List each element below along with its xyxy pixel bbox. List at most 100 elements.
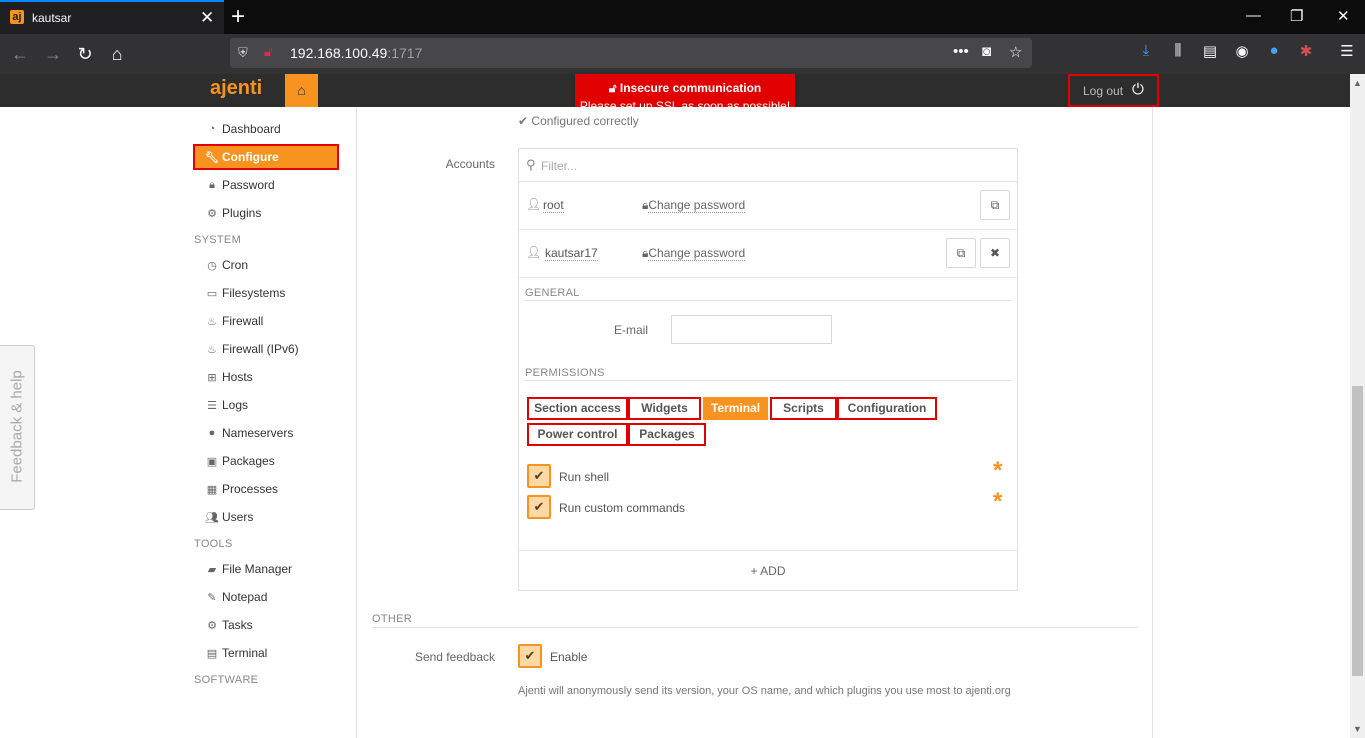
feedback-help-tab[interactable]: Feedback & help [0, 345, 35, 510]
account-row-root[interactable]: 👤︎ root 🔒︎Change password ⧉ [519, 182, 1017, 230]
home-icon[interactable]: ⌂ [105, 42, 129, 66]
back-icon[interactable]: ← [8, 42, 32, 66]
copy-icon: ⧉ [990, 198, 1000, 212]
sidebar-item-tasks[interactable]: ⚙ Tasks [204, 615, 253, 635]
send-feedback-label: Send feedback [414, 650, 495, 664]
enable-label: Enable [550, 650, 588, 664]
tab-section-access[interactable]: Section access [527, 397, 628, 420]
feedback-note: Ajenti will anonymously send its version… [518, 685, 1011, 697]
account-username[interactable]: kautsar17 [545, 246, 598, 261]
power-icon: ⏻ [1132, 81, 1144, 98]
run-shell-label: Run shell [559, 470, 610, 484]
browser-tab[interactable]: aj kautsar ✕ [0, 0, 224, 34]
change-password-link[interactable]: 🔒︎Change password [642, 198, 746, 213]
account-icon[interactable]: ◉ [1231, 42, 1253, 60]
insecure-lock-icon[interactable]: 🔓︎ [264, 44, 280, 60]
sidebar-item-password[interactable]: 🔒︎ Password [204, 175, 275, 195]
app-logo[interactable]: ajenti [210, 77, 262, 100]
library-icon[interactable]: ⫼ [1167, 42, 1189, 59]
tab-power-control[interactable]: Power control [527, 423, 628, 446]
enable-feedback-checkbox[interactable]: ✔ [518, 644, 542, 668]
account-username[interactable]: root [543, 198, 564, 213]
forward-icon[interactable]: → [41, 42, 65, 66]
new-tab-icon[interactable]: + [231, 3, 245, 31]
run-custom-commands-checkbox[interactable]: ✔ [527, 495, 551, 519]
pocket-icon[interactable]: ◙ [982, 43, 991, 60]
sidebar-item-firewall-ipv6[interactable]: ♨ Firewall (IPv6) [204, 339, 299, 359]
close-window-icon[interactable]: ✕ [1337, 7, 1350, 25]
url-text[interactable]: 192.168.100.49:1717 [290, 45, 422, 61]
filter-input[interactable]: ⚲ Filter... [518, 148, 1018, 182]
terminal-icon: ▤ [206, 647, 218, 660]
close-icon: ✖ [989, 246, 1001, 260]
reload-icon[interactable]: ↻ [73, 42, 97, 66]
sidebar-item-nameservers[interactable]: ● Nameservers [204, 423, 294, 443]
bookmark-star-icon[interactable]: ☆ [1009, 43, 1022, 61]
more-actions-icon[interactable]: ••• [953, 43, 969, 60]
sidebar-item-notepad[interactable]: ✎ Notepad [204, 587, 267, 607]
delete-button[interactable]: ✖ [980, 238, 1010, 268]
tab-scripts[interactable]: Scripts [770, 397, 837, 420]
copy-icon: ⧉ [956, 246, 966, 260]
run-shell-checkbox[interactable]: ✔ [527, 464, 551, 488]
download-icon[interactable]: ⤓ [1135, 42, 1157, 59]
folder-open-icon: ▰ [207, 563, 217, 576]
extension-icon[interactable]: ● [1263, 42, 1285, 59]
dashboard-icon: ◔ [208, 123, 216, 135]
sidebar-item-processes[interactable]: ▦ Processes [204, 479, 278, 499]
tab-terminal[interactable]: Terminal [703, 397, 768, 420]
cogs-icon: ⚙ [207, 207, 217, 220]
sidebar-heading-software: SOFTWARE [194, 674, 259, 686]
accounts-label: Accounts [445, 157, 495, 171]
minimize-icon[interactable]: — [1246, 7, 1261, 24]
copy-button[interactable]: ⧉ [946, 238, 976, 268]
sidebar [0, 107, 357, 738]
email-field[interactable] [671, 315, 832, 344]
sidebar-item-logs[interactable]: ☰ Logs [204, 395, 248, 415]
sidebar-item-plugins[interactable]: ⚙ Plugins [204, 203, 261, 223]
sidebar-item-file-manager[interactable]: ▰ File Manager [204, 559, 292, 579]
scroll-up-icon[interactable]: ▲ [1353, 78, 1362, 88]
tab-widgets[interactable]: Widgets [628, 397, 701, 420]
sidebar-toggle-icon[interactable]: ▤ [1199, 42, 1221, 60]
change-password-link[interactable]: 🔒︎Change password [642, 246, 746, 261]
extension-2-icon[interactable]: ✱ [1295, 42, 1317, 60]
configured-status: ✔ Configured correctly [518, 114, 639, 128]
tab-packages[interactable]: Packages [628, 423, 706, 446]
sidebar-item-filesystems[interactable]: ▭ Filesystems [204, 283, 286, 303]
page-scrollbar[interactable]: ▲ ▼ [1350, 74, 1365, 738]
cog-icon: ⚙ [207, 619, 217, 632]
sidebar-item-firewall[interactable]: ♨ Firewall [204, 311, 263, 331]
plus-icon: + [750, 564, 758, 578]
account-row-kautsar17[interactable]: 👤︎ kautsar17 🔒︎Change password ⧉ ✖ [519, 230, 1017, 278]
logout-label: Log out [1083, 84, 1124, 98]
copy-button[interactable]: ⧉ [980, 190, 1010, 220]
scrollbar-thumb[interactable] [1352, 386, 1363, 676]
sidebar-item-users[interactable]: 👥︎ Users [204, 507, 253, 527]
sidebar-item-terminal[interactable]: ▤ Terminal [204, 643, 268, 663]
sidebar-item-cron[interactable]: ◷ Cron [204, 255, 248, 275]
check-icon: ✔ [533, 468, 545, 483]
logout-button[interactable]: Log out ⏻ [1068, 74, 1159, 107]
home-button[interactable]: ⌂ [285, 74, 318, 107]
user-icon: 👤︎ [526, 197, 542, 211]
user-icon: 👤︎ [526, 245, 542, 259]
sidebar-item-hosts[interactable]: ⊞ Hosts [204, 367, 252, 387]
add-button[interactable]: + ADD [519, 550, 1017, 590]
scroll-down-icon[interactable]: ▼ [1353, 724, 1362, 734]
wrench-icon: 🔧︎ [205, 151, 219, 164]
users-icon: 👥︎ [205, 511, 219, 524]
shield-icon[interactable]: ⛨ [238, 45, 252, 61]
tab-configuration[interactable]: Configuration [837, 397, 937, 420]
divider [372, 627, 1138, 628]
menu-icon[interactable]: ☰ [1336, 42, 1358, 60]
run-custom-commands-label: Run custom commands [559, 501, 686, 515]
edit-icon: ✎ [207, 591, 217, 604]
sidebar-item-packages[interactable]: ▣ Packages [204, 451, 275, 471]
sidebar-item-dashboard[interactable]: ◔ Dashboard [204, 119, 281, 139]
hdd-icon: ▭ [206, 287, 218, 300]
restore-icon[interactable]: ❐ [1290, 7, 1303, 25]
sidebar-item-configure[interactable]: 🔧︎ Configure [193, 144, 339, 170]
close-tab-icon[interactable]: ✕ [200, 8, 214, 28]
url-bar[interactable]: ⛨ 🔓︎ 192.168.100.49:1717 ••• ◙ ☆ [230, 38, 1032, 68]
